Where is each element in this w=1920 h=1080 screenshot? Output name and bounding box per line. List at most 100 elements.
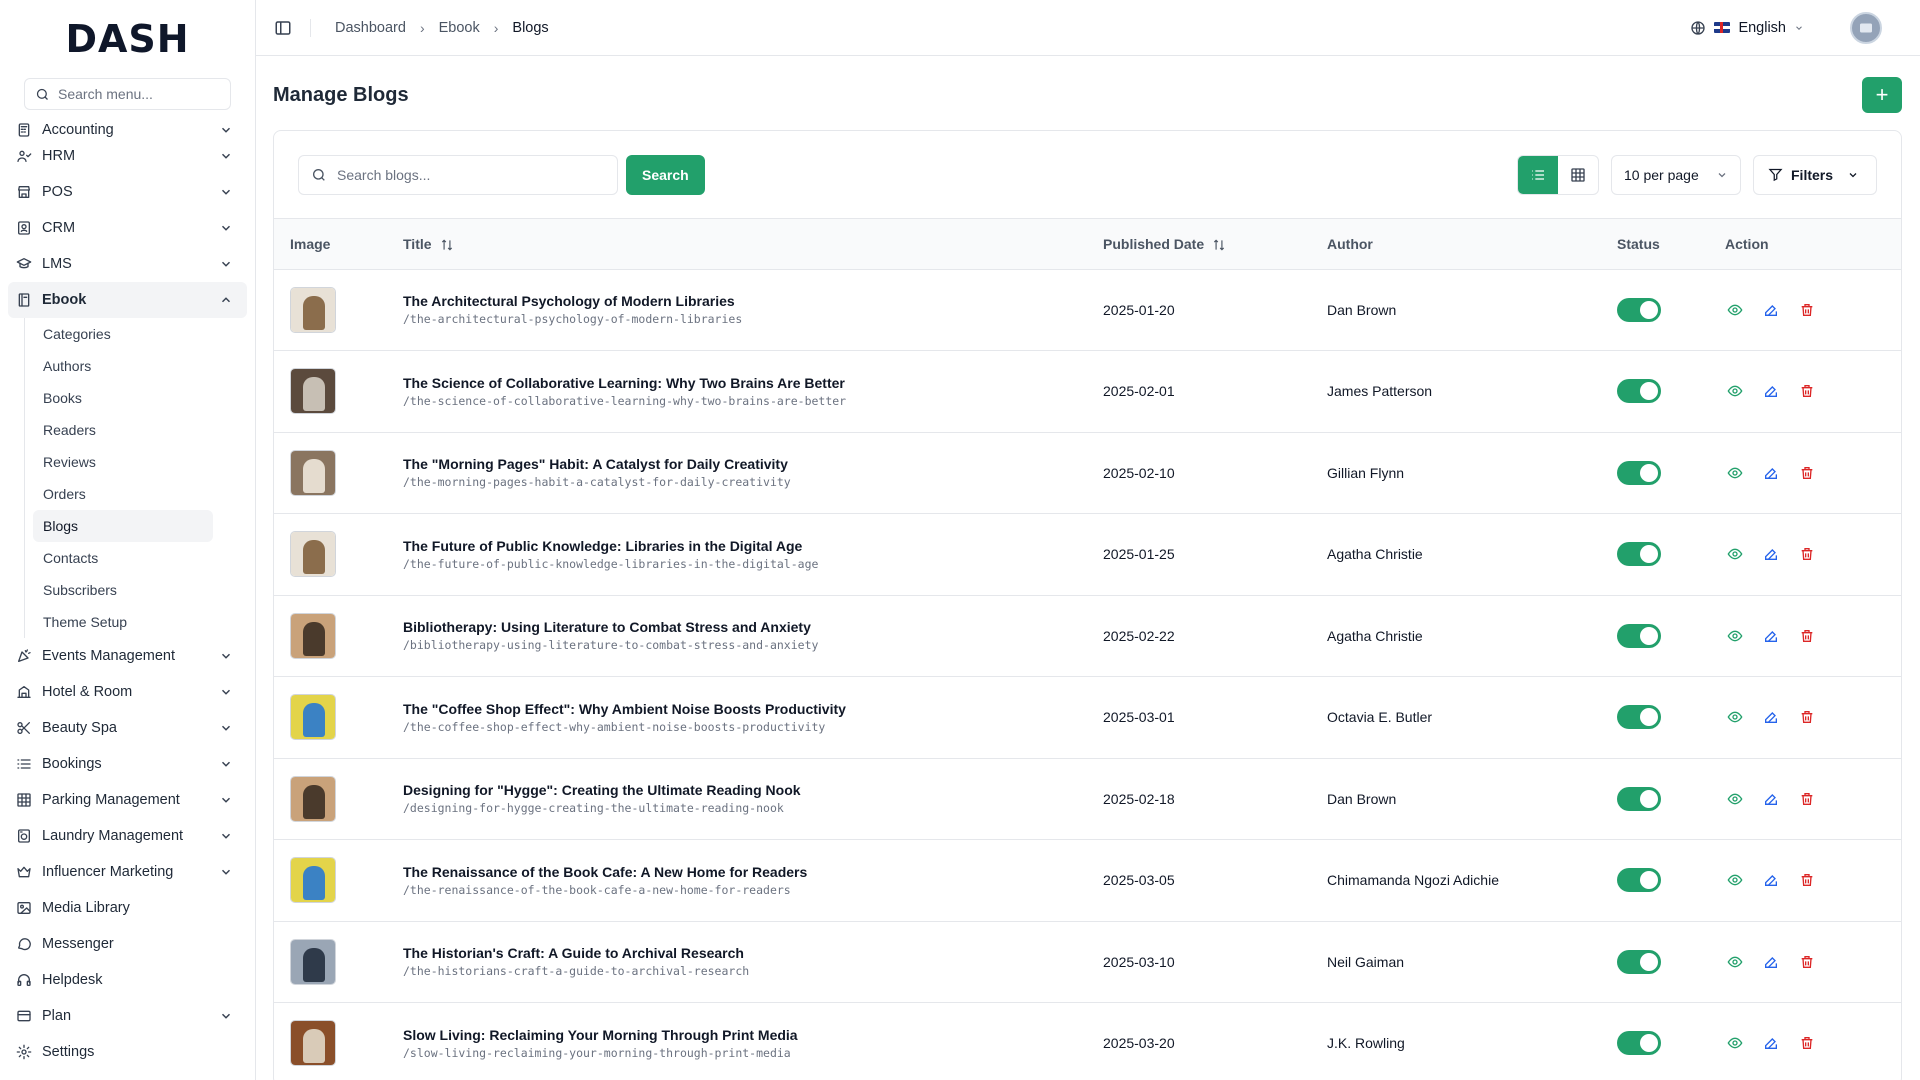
- delete-button[interactable]: [1797, 952, 1817, 972]
- sidebar-item-helpdesk[interactable]: Helpdesk: [8, 962, 247, 998]
- search-menu-input[interactable]: Search menu...: [24, 78, 231, 110]
- sort-icon[interactable]: [440, 238, 454, 252]
- sidebar-subitem-blogs[interactable]: Blogs: [33, 510, 213, 542]
- grid-icon: [1571, 167, 1585, 182]
- sidebar-item-influencer-marketing[interactable]: Influencer Marketing: [8, 854, 247, 890]
- list-view-button[interactable]: [1518, 155, 1558, 194]
- blog-title[interactable]: The Science of Collaborative Learning: W…: [403, 375, 1071, 391]
- edit-button[interactable]: [1761, 463, 1781, 483]
- sidebar-item-bookings[interactable]: Bookings: [8, 746, 247, 782]
- edit-button[interactable]: [1761, 544, 1781, 564]
- delete-button[interactable]: [1797, 707, 1817, 727]
- add-blog-button[interactable]: +: [1862, 77, 1902, 113]
- edit-button[interactable]: [1761, 626, 1781, 646]
- breadcrumb-ebook[interactable]: Ebook: [439, 20, 480, 36]
- status-toggle[interactable]: [1617, 786, 1661, 811]
- blog-title[interactable]: The "Morning Pages" Habit: A Catalyst fo…: [403, 456, 1071, 472]
- edit-button[interactable]: [1761, 870, 1781, 890]
- col-title[interactable]: Title: [387, 219, 1087, 270]
- edit-button[interactable]: [1761, 707, 1781, 727]
- col-published-date[interactable]: Published Date: [1087, 219, 1311, 270]
- breadcrumb-dashboard[interactable]: Dashboard: [335, 20, 406, 36]
- sidebar-item-crm[interactable]: CRM: [8, 210, 247, 246]
- view-button[interactable]: [1725, 544, 1745, 564]
- sidebar-item-ebook[interactable]: Ebook: [8, 282, 247, 318]
- logo[interactable]: DASH: [0, 0, 255, 78]
- sidebar-subitem-authors[interactable]: Authors: [33, 350, 213, 382]
- sidebar-item-parking-management[interactable]: Parking Management: [8, 782, 247, 818]
- view-button[interactable]: [1725, 707, 1745, 727]
- status-toggle[interactable]: [1617, 623, 1661, 648]
- blog-title[interactable]: The Historian's Craft: A Guide to Archiv…: [403, 945, 1071, 961]
- sidebar-subitem-readers[interactable]: Readers: [33, 414, 213, 446]
- sidebar-item-hotel-room[interactable]: Hotel & Room: [8, 674, 247, 710]
- delete-button[interactable]: [1797, 463, 1817, 483]
- delete-button[interactable]: [1797, 1033, 1817, 1053]
- view-button[interactable]: [1725, 300, 1745, 320]
- sidebar-toggle-icon[interactable]: [274, 19, 292, 37]
- status-toggle[interactable]: [1617, 379, 1661, 404]
- status-toggle[interactable]: [1617, 460, 1661, 485]
- sort-icon[interactable]: [1212, 238, 1226, 252]
- blog-title[interactable]: The "Coffee Shop Effect": Why Ambient No…: [403, 701, 1071, 717]
- edit-button[interactable]: [1761, 1033, 1781, 1053]
- view-button[interactable]: [1725, 1033, 1745, 1053]
- status-toggle[interactable]: [1617, 949, 1661, 974]
- search-blogs-input[interactable]: Search blogs...: [298, 154, 618, 195]
- sidebar-item-messenger[interactable]: Messenger: [8, 926, 247, 962]
- sidebar-item-settings[interactable]: Settings: [8, 1034, 247, 1070]
- blog-title[interactable]: The Architectural Psychology of Modern L…: [403, 293, 1071, 309]
- edit-button[interactable]: [1761, 300, 1781, 320]
- delete-button[interactable]: [1797, 300, 1817, 320]
- view-button[interactable]: [1725, 952, 1745, 972]
- status-toggle[interactable]: [1617, 1031, 1661, 1056]
- status-toggle[interactable]: [1617, 705, 1661, 730]
- sidebar-subitem-books[interactable]: Books: [33, 382, 213, 414]
- sidebar-item-events-management[interactable]: Events Management: [8, 638, 247, 674]
- filters-button[interactable]: Filters: [1753, 154, 1877, 195]
- view-button[interactable]: [1725, 870, 1745, 890]
- view-button[interactable]: [1725, 463, 1745, 483]
- status-toggle[interactable]: [1617, 542, 1661, 567]
- sidebar-item-plan[interactable]: Plan: [8, 998, 247, 1034]
- view-button[interactable]: [1725, 789, 1745, 809]
- blog-title[interactable]: The Future of Public Knowledge: Librarie…: [403, 538, 1071, 554]
- status-toggle[interactable]: [1617, 297, 1661, 322]
- grid-view-button[interactable]: [1558, 156, 1598, 194]
- avatar[interactable]: [1850, 11, 1882, 44]
- language-selector[interactable]: English: [1690, 20, 1804, 36]
- delete-button[interactable]: [1797, 626, 1817, 646]
- sidebar-subitem-orders[interactable]: Orders: [33, 478, 213, 510]
- view-button[interactable]: [1725, 626, 1745, 646]
- search-button[interactable]: Search: [626, 154, 705, 195]
- store-icon: [18, 186, 30, 198]
- edit-button[interactable]: [1761, 789, 1781, 809]
- sidebar-item-beauty-spa[interactable]: Beauty Spa: [8, 710, 247, 746]
- edit-button[interactable]: [1761, 381, 1781, 401]
- sidebar-item-laundry-management[interactable]: Laundry Management: [8, 818, 247, 854]
- cell-image: [274, 351, 387, 433]
- blog-title[interactable]: Bibliotherapy: Using Literature to Comba…: [403, 619, 1071, 635]
- view-button[interactable]: [1725, 381, 1745, 401]
- blog-title[interactable]: The Renaissance of the Book Cafe: A New …: [403, 864, 1071, 880]
- blog-title[interactable]: Slow Living: Reclaiming Your Morning Thr…: [403, 1027, 1071, 1043]
- sidebar-item-hrm[interactable]: HRM: [8, 138, 247, 174]
- sidebar-item-media-library[interactable]: Media Library: [8, 890, 247, 926]
- sidebar-subitem-categories[interactable]: Categories: [33, 318, 213, 350]
- sidebar-item-accounting[interactable]: Accounting: [8, 112, 247, 138]
- sidebar-item-lms[interactable]: LMS: [8, 246, 247, 282]
- per-page-select[interactable]: 10 per page: [1611, 154, 1741, 195]
- sidebar-subitem-theme-setup[interactable]: Theme Setup: [33, 606, 213, 638]
- status-toggle[interactable]: [1617, 868, 1661, 893]
- blog-title[interactable]: Designing for "Hygge": Creating the Ulti…: [403, 782, 1071, 798]
- sidebar-subitem-contacts[interactable]: Contacts: [33, 542, 213, 574]
- delete-button[interactable]: [1797, 544, 1817, 564]
- delete-button[interactable]: [1797, 789, 1817, 809]
- sidebar-subitem-subscribers[interactable]: Subscribers: [33, 574, 213, 606]
- sidebar-subitem-reviews[interactable]: Reviews: [33, 446, 213, 478]
- per-page-value: 10 per page: [1624, 166, 1699, 183]
- delete-button[interactable]: [1797, 870, 1817, 890]
- sidebar-item-pos[interactable]: POS: [8, 174, 247, 210]
- edit-button[interactable]: [1761, 952, 1781, 972]
- delete-button[interactable]: [1797, 381, 1817, 401]
